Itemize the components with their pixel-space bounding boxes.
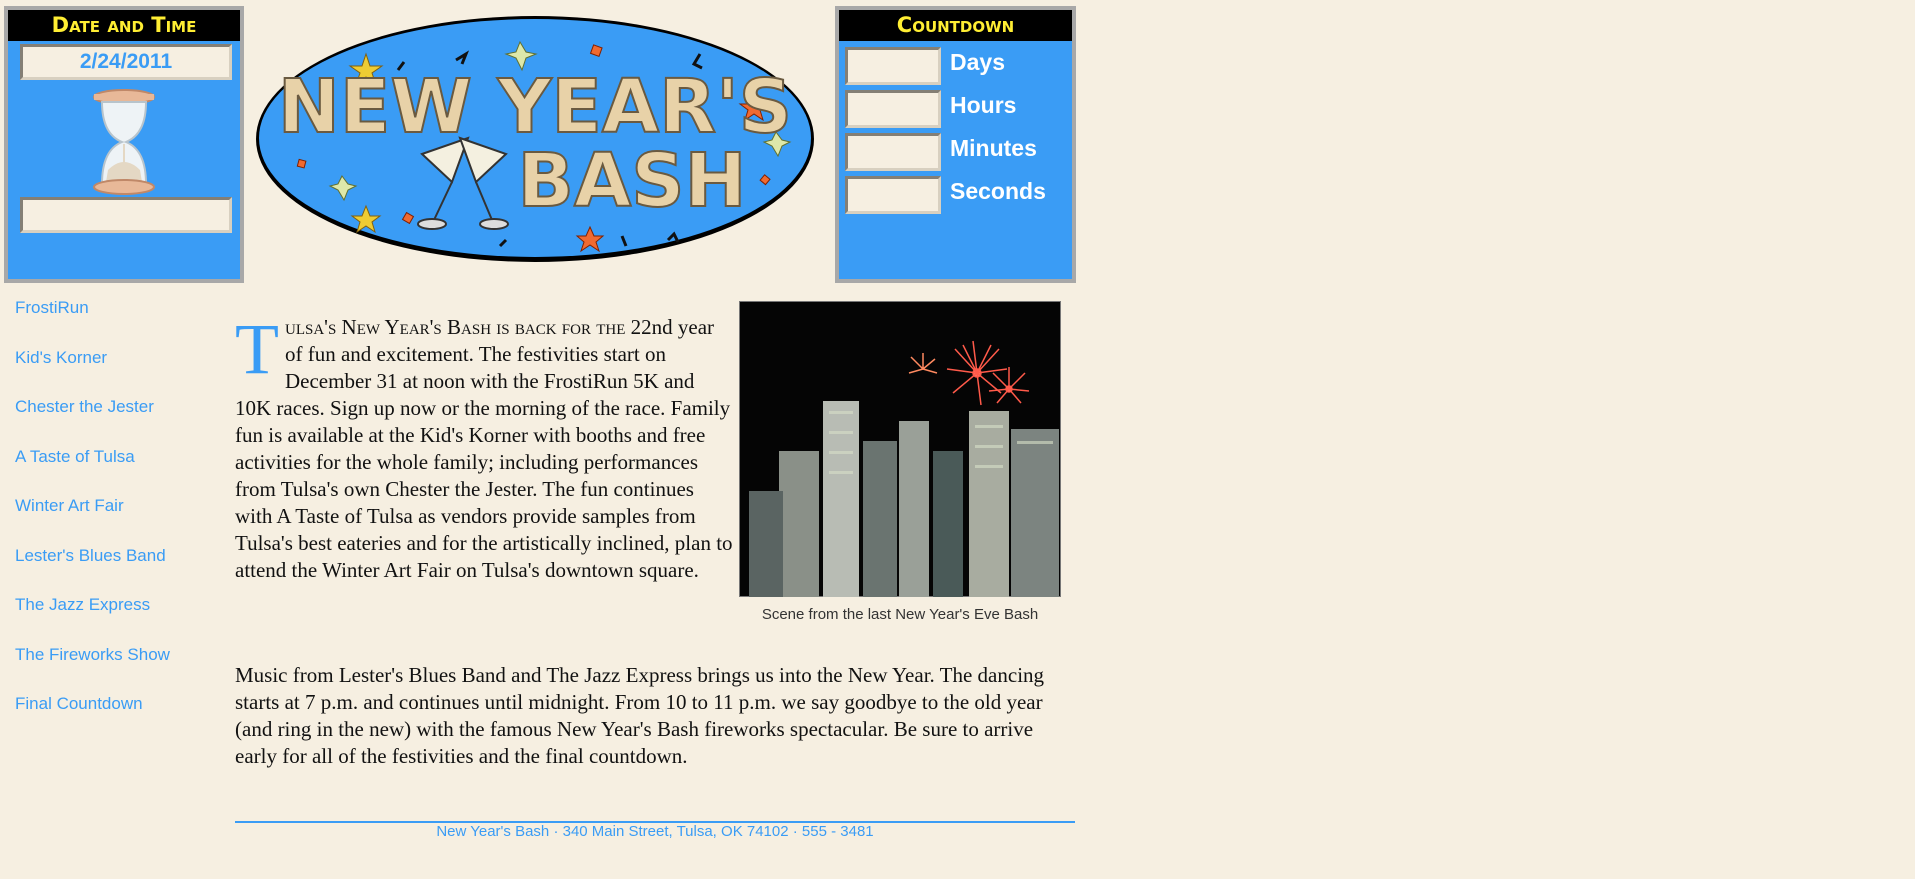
sidebar-nav: FrostiRun Kid's Korner Chester the Jeste… [15, 299, 170, 746]
new-years-bash-logo: NEW YEAR'S BASH [256, 16, 814, 262]
nav-link-taste-of-tulsa[interactable]: A Taste of Tulsa [15, 448, 170, 499]
intro-small-caps: ulsa's New Year's Bash is back for the [284, 315, 626, 339]
footer-address: New Year's Bash · 340 Main Street, Tulsa… [436, 823, 874, 840]
countdown-days-row: Days [845, 47, 1070, 85]
date-time-title: Date and Time [8, 10, 240, 41]
days-field [845, 47, 941, 85]
photo-caption: Scene from the last New Year's Eve Bash [761, 606, 1039, 623]
countdown-hours-row: Hours [845, 90, 1070, 128]
seconds-label: Seconds [950, 178, 1046, 204]
music-paragraph: Music from Lester's Blues Band and The J… [235, 663, 1045, 768]
intro-paragraph: Tulsa's New Year's Bash is back for the … [235, 309, 735, 584]
intro-paragraph-text: 22nd year of fun and excitement. The fes… [235, 315, 733, 582]
minutes-field [845, 133, 941, 171]
nav-link-kids-korner[interactable]: Kid's Korner [15, 349, 170, 400]
days-label: Days [950, 49, 1005, 75]
hours-field [845, 90, 941, 128]
hours-label: Hours [950, 92, 1017, 118]
minutes-label: Minutes [950, 135, 1037, 161]
fireworks-skyline-photo [739, 301, 1061, 597]
nav-link-final-countdown[interactable]: Final Countdown [15, 695, 170, 746]
nav-link-chester-the-jester[interactable]: Chester the Jester [15, 398, 170, 449]
drop-cap: T [235, 309, 279, 389]
countdown-title: Countdown [839, 10, 1072, 41]
logo-line-2: BASH [518, 138, 747, 224]
countdown-seconds-row: Seconds [845, 176, 1070, 214]
nav-link-lesters-blues-band[interactable]: Lester's Blues Band [15, 547, 170, 598]
main-content: Tulsa's New Year's Bash is back for the … [235, 309, 735, 584]
time-display [20, 197, 232, 233]
nav-link-fireworks-show[interactable]: The Fireworks Show [15, 646, 170, 697]
date-time-panel: Date and Time 2/24/2011 [4, 6, 244, 283]
seconds-field [845, 176, 941, 214]
date-display: 2/24/2011 [20, 44, 232, 80]
hourglass-icon [93, 89, 155, 195]
countdown-minutes-row: Minutes [845, 133, 1070, 171]
countdown-panel: Countdown Days Hours Minutes Seconds [835, 6, 1076, 283]
nav-link-frostirun[interactable]: FrostiRun [15, 299, 170, 350]
nav-link-jazz-express[interactable]: The Jazz Express [15, 596, 170, 647]
nav-link-winter-art-fair[interactable]: Winter Art Fair [15, 497, 170, 548]
